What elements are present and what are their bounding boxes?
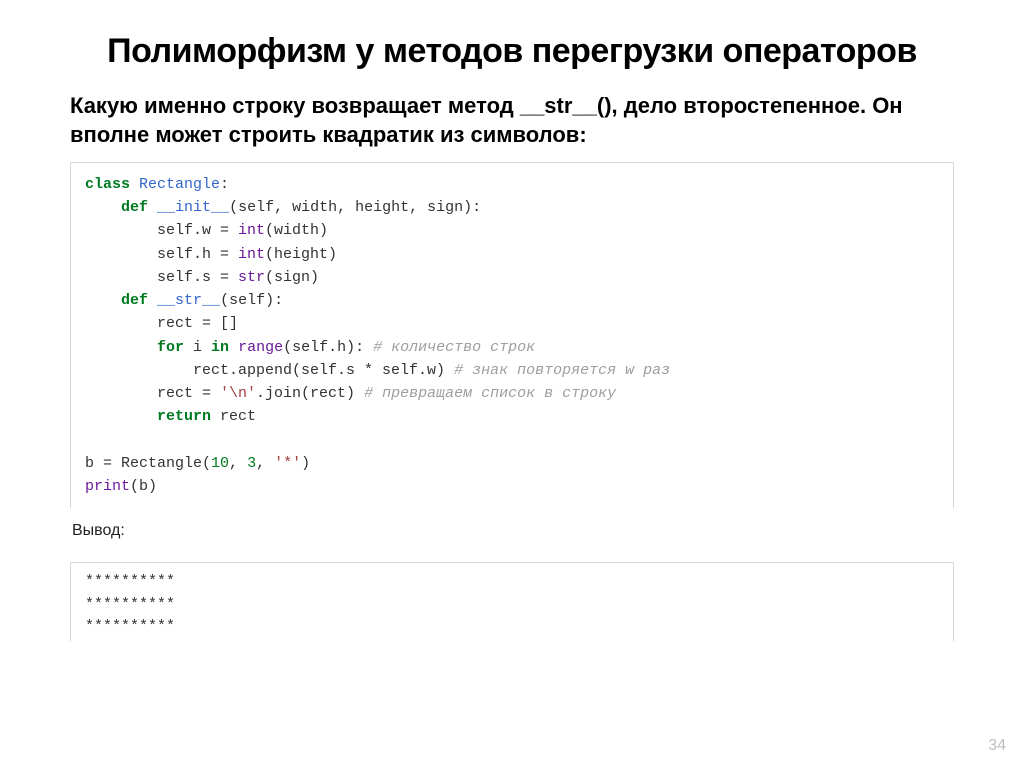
- comment: # знак повторяется w раз: [454, 362, 670, 379]
- comment: # превращаем список в строку: [364, 385, 616, 402]
- function-name: __init__: [157, 199, 229, 216]
- output-block: ********** ********** **********: [70, 562, 954, 641]
- page-number: 34: [988, 737, 1006, 755]
- builtin: str: [238, 269, 265, 286]
- slide-subtitle: Какую именно строку возвращает метод __s…: [70, 91, 954, 150]
- output-label: Вывод:: [72, 522, 954, 540]
- builtin: print: [85, 478, 130, 495]
- keyword: class: [85, 176, 130, 193]
- function-name: __str__: [157, 292, 220, 309]
- keyword: return: [157, 408, 211, 425]
- keyword: in: [211, 339, 229, 356]
- number: 10: [211, 455, 229, 472]
- code-block: class Rectangle: def __init__(self, widt…: [70, 162, 954, 509]
- keyword: def: [121, 292, 148, 309]
- keyword: def: [121, 199, 148, 216]
- keyword: for: [157, 339, 184, 356]
- builtin: range: [238, 339, 283, 356]
- number: 3: [247, 455, 256, 472]
- builtin: int: [238, 246, 265, 263]
- comment: # количество строк: [373, 339, 535, 356]
- string: '\n': [220, 385, 256, 402]
- builtin: int: [238, 222, 265, 239]
- slide-title: Полиморфизм у методов перегрузки операто…: [70, 30, 954, 73]
- string: '*': [274, 455, 301, 472]
- class-name: Rectangle: [139, 176, 220, 193]
